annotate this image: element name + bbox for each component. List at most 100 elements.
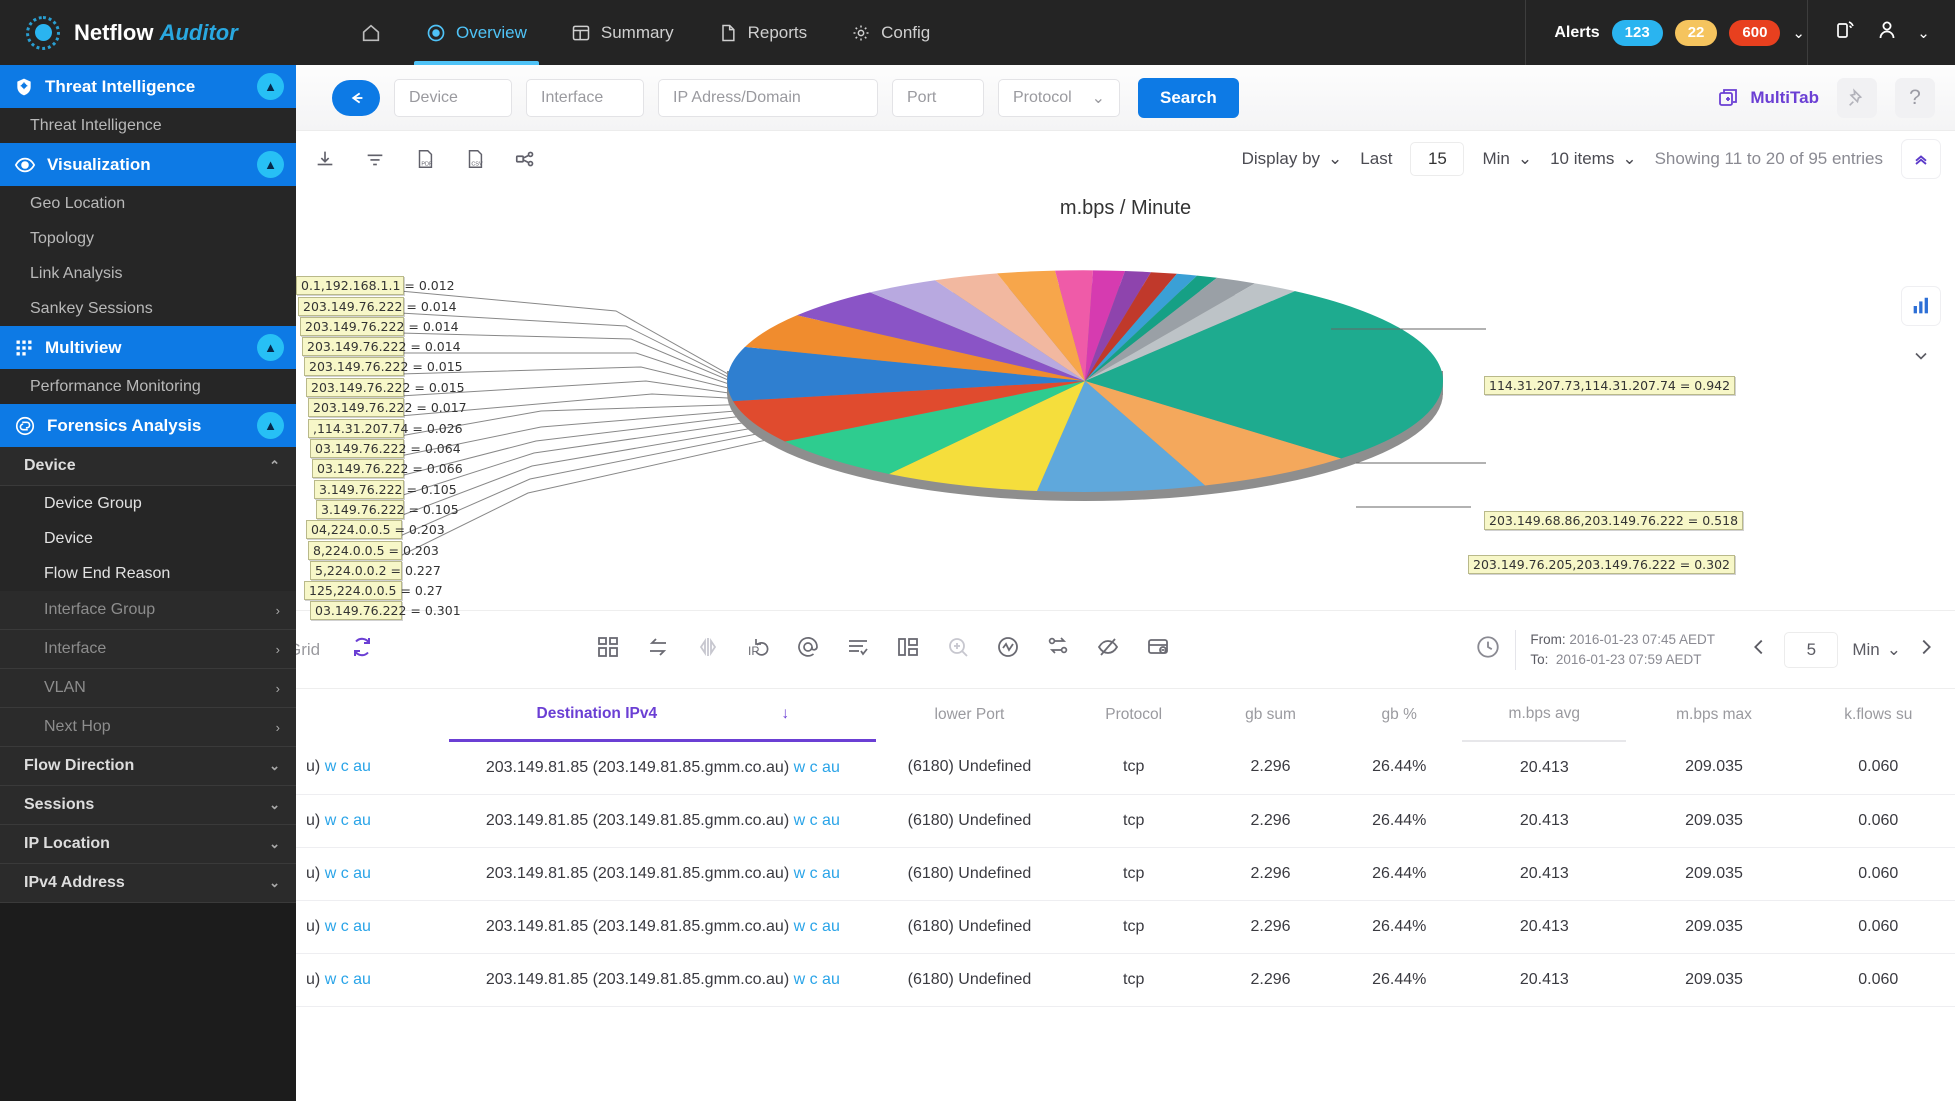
page-input[interactable]: 5	[1784, 631, 1839, 668]
sidebar-category-ip-location[interactable]: IP Location ⌄	[0, 825, 296, 864]
items-count-dropdown[interactable]: 10 items ⌄	[1550, 149, 1637, 169]
th-gb-pct[interactable]: gb %	[1336, 689, 1462, 741]
sidebar-group-multiview[interactable]: Multiview ▲	[0, 326, 296, 369]
zoom-in-button[interactable]	[946, 635, 970, 664]
sidebar-category-next-hop[interactable]: Next Hop ›	[0, 708, 296, 747]
th-mbps-max[interactable]: m.bps max	[1626, 689, 1801, 741]
hide-visibility-button[interactable]	[1096, 635, 1120, 664]
table-row[interactable]: u) w c au 203.149.81.85 (203.149.81.85.g…	[296, 953, 1955, 1007]
chevron-up-icon[interactable]: ▲	[257, 334, 284, 361]
column-layout-button[interactable]	[896, 635, 920, 664]
last-value-input[interactable]: 15	[1410, 142, 1465, 176]
card-remove-button[interactable]	[1146, 635, 1170, 664]
sidebar-item-device-group[interactable]: Device Group	[0, 486, 296, 521]
device-input[interactable]: Device	[394, 78, 512, 117]
dest-links[interactable]: w c au	[794, 971, 840, 988]
chevron-up-icon[interactable]: ▲	[257, 412, 284, 439]
sidebar-item-performance-monitoring[interactable]: Performance Monitoring	[0, 369, 296, 404]
pin-button[interactable]	[1837, 77, 1877, 118]
sidebar-group-forensics-analysis[interactable]: Forensics Analysis ▲	[0, 404, 296, 447]
interface-input[interactable]: Interface	[526, 78, 644, 117]
port-input[interactable]: Port	[892, 78, 984, 117]
collapse-chart-button[interactable]	[1901, 139, 1941, 179]
ip-reverse-button[interactable]: IP	[746, 635, 770, 664]
th-kflows-sum[interactable]: k.flows su	[1802, 689, 1955, 741]
nav-home[interactable]	[340, 0, 402, 65]
chevron-up-icon[interactable]: ▲	[257, 151, 284, 178]
sidebar-item-topology[interactable]: Topology	[0, 221, 296, 256]
protocol-select[interactable]: Protocol ⌄	[998, 78, 1120, 117]
chevron-up-icon[interactable]: ▲	[257, 73, 284, 100]
source-links[interactable]: w c au	[325, 812, 371, 829]
nav-tab-reports[interactable]: Reports	[698, 0, 828, 65]
dest-links[interactable]: w c au	[794, 918, 840, 935]
brand-logo[interactable]: Netflow Auditor	[0, 15, 340, 50]
th-gb-sum[interactable]: gb sum	[1205, 689, 1336, 741]
sidebar-item-device[interactable]: Device	[0, 521, 296, 556]
export-pdf-button[interactable]: PDF	[404, 140, 445, 178]
alert-badge-critical[interactable]: 600	[1729, 19, 1781, 46]
ip-domain-input[interactable]: IP Adress/Domain	[658, 78, 878, 117]
refresh-button[interactable]	[350, 635, 374, 664]
source-links[interactable]: w c au	[325, 971, 371, 988]
sidebar-category-flow-direction[interactable]: Flow Direction ⌄	[0, 747, 296, 786]
alerts-chevron-down-icon[interactable]: ⌄	[1792, 24, 1805, 42]
th-lower-port[interactable]: lower Port	[876, 689, 1062, 741]
source-links[interactable]: w c au	[325, 865, 371, 882]
table-row[interactable]: u) w c au 203.149.81.85 (203.149.81.85.g…	[296, 794, 1955, 848]
flow-shuffle-button[interactable]	[1046, 635, 1070, 664]
multitab-button[interactable]: MultiTab	[1717, 86, 1819, 110]
nav-tab-overview[interactable]: Overview	[406, 0, 547, 65]
nav-tab-summary[interactable]: Summary	[551, 0, 694, 65]
layout-grid-button[interactable]	[596, 635, 620, 664]
dest-links[interactable]: w c au	[794, 865, 840, 882]
help-button[interactable]: ?	[1895, 77, 1935, 118]
pulse-button[interactable]	[996, 635, 1020, 664]
export-csv-button[interactable]: CSV	[454, 140, 495, 178]
next-page-button[interactable]	[1915, 636, 1937, 663]
sidebar-item-geo-location[interactable]: Geo Location	[0, 186, 296, 221]
sidebar-item-flow-end-reason[interactable]: Flow End Reason	[0, 556, 296, 591]
sidebar-category-device[interactable]: Device ⌃	[0, 447, 296, 486]
sort-list-button[interactable]	[846, 635, 870, 664]
sidebar-item-sankey-sessions[interactable]: Sankey Sessions	[0, 291, 296, 326]
alert-badge-info[interactable]: 123	[1611, 19, 1663, 46]
display-by-dropdown[interactable]: Display by ⌄	[1242, 149, 1343, 169]
prev-page-button[interactable]	[1748, 636, 1770, 663]
table-row[interactable]: u) w c au 203.149.81.85 (203.149.81.85.g…	[296, 740, 1955, 795]
th-mbps-avg[interactable]: m.bps avg	[1462, 689, 1627, 742]
search-button[interactable]: Search	[1138, 77, 1239, 118]
th-protocol[interactable]: Protocol	[1063, 689, 1205, 741]
sidebar-group-threat-intelligence[interactable]: Threat Intelligence ▲	[0, 65, 296, 108]
table-row[interactable]: u) w c au 203.149.81.85 (203.149.81.85.g…	[296, 847, 1955, 901]
sidebar-item-link-analysis[interactable]: Link Analysis	[0, 256, 296, 291]
th-destination-ipv4[interactable]: Destination IPv4 ↓	[449, 689, 877, 742]
filter-button[interactable]	[354, 140, 395, 178]
sidebar-category-interface[interactable]: Interface ›	[0, 630, 296, 669]
th-source[interactable]	[296, 689, 449, 741]
sidebar-group-visualization[interactable]: Visualization ▲	[0, 143, 296, 186]
nav-tab-config[interactable]: Config	[831, 0, 950, 65]
download-button[interactable]	[304, 140, 345, 178]
sidebar-category-interface-group[interactable]: Interface Group ›	[0, 591, 296, 630]
dest-links[interactable]: w c au	[794, 759, 840, 776]
dest-links[interactable]: w c au	[794, 812, 840, 829]
page-unit-dropdown[interactable]: Min ⌄	[1852, 640, 1901, 660]
sidebar-category-sessions[interactable]: Sessions ⌄	[0, 786, 296, 825]
source-links[interactable]: w c au	[325, 918, 371, 935]
table-row[interactable]: u) w c au 203.149.81.85 (203.149.81.85.g…	[296, 900, 1955, 954]
time-unit-dropdown[interactable]: Min ⌄	[1482, 149, 1532, 169]
alert-badge-warning[interactable]: 22	[1674, 19, 1718, 46]
mirror-button[interactable]	[696, 635, 720, 664]
user-avatar-icon[interactable]	[1875, 18, 1899, 47]
sidebar-category-vlan[interactable]: VLAN ›	[0, 669, 296, 708]
share-button[interactable]	[504, 140, 545, 178]
date-range[interactable]: From: 2016-01-23 07:45 AEDT To: 2016-01-…	[1475, 629, 1715, 670]
sidebar-category-ipv4-address[interactable]: IPv4 Address ⌄	[0, 864, 296, 903]
sidebar-item-threat-intelligence[interactable]: Threat Intelligence	[0, 108, 296, 143]
device-signal-icon[interactable]	[1833, 18, 1857, 47]
user-chevron-down-icon[interactable]: ⌄	[1917, 24, 1930, 42]
source-links[interactable]: w c au	[325, 758, 371, 775]
at-sign-button[interactable]	[796, 635, 820, 664]
collapse-sidebar-button[interactable]	[332, 79, 380, 116]
